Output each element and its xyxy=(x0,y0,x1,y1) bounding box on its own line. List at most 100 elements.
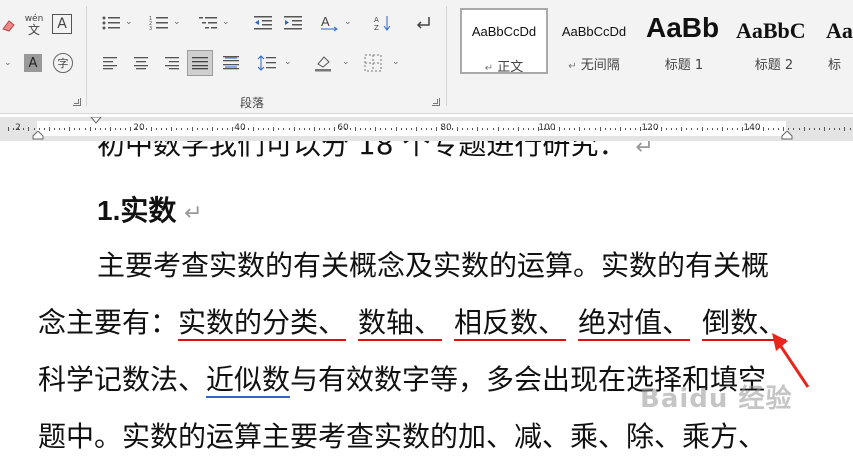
ruler-tick xyxy=(196,128,198,130)
font-dialog-launcher-icon[interactable] xyxy=(73,98,81,106)
phonetic-guide-button[interactable]: wén 文 xyxy=(24,12,44,38)
right-indent-marker[interactable] xyxy=(781,131,793,141)
align-center-icon[interactable] xyxy=(130,52,152,74)
ruler-tick xyxy=(232,127,234,131)
ruler-tick xyxy=(181,128,183,130)
shading-icon[interactable] xyxy=(312,52,334,74)
ruler-label: 100 xyxy=(538,123,556,133)
ruler-tick xyxy=(569,128,570,130)
justify-icon[interactable] xyxy=(187,50,213,76)
ribbon-separator xyxy=(446,6,447,106)
ruler-tick xyxy=(691,128,693,130)
decrease-indent-icon[interactable] xyxy=(252,12,274,34)
ruler-tick xyxy=(584,128,586,130)
ribbon: wén 文 A ⌄ A 字 ⌄ 123 ⌄ ⌄ A ⌄ AZ ⌄ ⌄ ⌄ 段落 … xyxy=(0,0,853,114)
text-line-cutoff-text: 初中数学我们可以分 18 个专题进行研究： xyxy=(97,141,627,161)
style-no-spacing[interactable]: AaBbCcDd ↵ 无间隔 xyxy=(550,8,638,74)
ruler-tick xyxy=(155,128,157,130)
ruler-tick xyxy=(201,128,203,130)
ruler-tick xyxy=(74,128,76,130)
style-normal[interactable]: AaBbCcDd ↵ 正文 xyxy=(460,8,548,75)
grammar-underlined-term: 绝对值、 xyxy=(578,306,691,341)
align-right-icon[interactable] xyxy=(160,52,182,74)
chevron-down-icon[interactable]: ⌄ xyxy=(344,17,352,27)
ruler-tick xyxy=(497,127,499,131)
ruler-label: 2 xyxy=(15,123,21,133)
ruler-tick xyxy=(706,128,708,130)
svg-text:A: A xyxy=(374,16,379,24)
style-normal-name: 正文 xyxy=(497,60,524,75)
ruler-tick xyxy=(793,128,795,130)
numbering-icon[interactable]: 123 xyxy=(148,12,170,34)
ruler-tick xyxy=(701,127,703,131)
line-spacing-icon[interactable] xyxy=(256,52,278,74)
left-indent-marker[interactable] xyxy=(32,131,44,141)
style-heading-2[interactable]: AaBbC 标题 2 xyxy=(730,8,818,74)
ruler-tick xyxy=(115,128,117,130)
clear-format-icon[interactable] xyxy=(0,14,18,36)
ruler-tick xyxy=(487,128,489,130)
multilevel-list-icon[interactable] xyxy=(197,12,219,34)
ruler-tick xyxy=(604,128,606,130)
horizontal-ruler[interactable]: 2 20 40 60 80 100 120 140 xyxy=(0,117,853,141)
ruler-tick xyxy=(84,128,86,130)
ruler-tick xyxy=(410,128,412,130)
style-normal-label: ↵ 正文 xyxy=(462,56,546,75)
style-heading-3[interactable]: Aa 标 xyxy=(820,8,853,74)
char-shading-button[interactable]: A xyxy=(24,54,42,72)
ruler-label: 60 xyxy=(337,123,349,133)
style-heading-1[interactable]: AaBb 标题 1 xyxy=(640,8,728,74)
char-border-button[interactable]: A xyxy=(52,14,72,34)
ruler-tick xyxy=(89,127,91,131)
chevron-down-icon[interactable]: ⌄ xyxy=(173,17,181,27)
paragraph-line-4: 题中。实数的运算主要考查实数的加、减、乘、除、乘方、 xyxy=(38,420,767,453)
paragraph-mark-icon: ↵ xyxy=(484,63,494,74)
ruler-tick xyxy=(829,128,831,130)
ruler-tick xyxy=(150,127,152,131)
svg-text:A: A xyxy=(321,14,330,29)
ruler-tick xyxy=(278,128,280,130)
borders-icon[interactable] xyxy=(362,52,384,74)
ruler-tick xyxy=(589,128,591,130)
ruler-tick xyxy=(773,128,774,130)
show-marks-icon[interactable] xyxy=(412,12,434,34)
ruler-tick xyxy=(176,128,178,130)
ruler-tick xyxy=(385,128,387,130)
ruler-tick xyxy=(59,128,60,130)
first-line-indent-marker[interactable] xyxy=(90,117,102,125)
ruler-label: 140 xyxy=(743,123,761,133)
chinese-layout-icon[interactable]: A xyxy=(318,12,342,34)
ruler-label: 120 xyxy=(641,123,659,133)
chevron-down-icon[interactable]: ⌄ xyxy=(222,17,230,27)
ruler-tick xyxy=(803,127,805,131)
chevron-down-icon[interactable]: ⌄ xyxy=(125,17,133,27)
ruler-tick xyxy=(558,127,560,131)
ruler-tick xyxy=(13,128,15,130)
paragraph-line-2-prefix: 念主要有： xyxy=(38,306,179,339)
ruler-tick xyxy=(329,128,331,130)
chevron-down-icon[interactable]: ⌄ xyxy=(284,57,292,67)
sort-icon[interactable]: AZ xyxy=(372,12,394,34)
align-left-icon[interactable] xyxy=(100,52,122,74)
enclose-char-button[interactable]: 字 xyxy=(53,53,73,73)
increase-indent-icon[interactable] xyxy=(282,12,304,34)
ruler-tick xyxy=(268,128,270,130)
bullets-icon[interactable] xyxy=(100,12,122,34)
chevron-down-icon[interactable]: ⌄ xyxy=(342,57,350,67)
ruler-tick xyxy=(416,127,417,131)
ruler-tick xyxy=(716,128,718,130)
distributed-icon[interactable] xyxy=(220,52,242,74)
ruler-tick xyxy=(110,127,111,131)
ruler-tick xyxy=(395,127,397,131)
ruler-tick xyxy=(28,127,30,131)
ruler-tick xyxy=(839,128,841,130)
ruler-tick xyxy=(370,128,372,130)
ruler-tick xyxy=(528,128,530,130)
chevron-down-icon[interactable]: ⌄ xyxy=(4,58,12,68)
paragraph-dialog-launcher-icon[interactable] xyxy=(432,98,440,106)
ruler-tick xyxy=(120,128,122,130)
ruler-tick xyxy=(451,128,453,130)
chevron-down-icon[interactable]: ⌄ xyxy=(392,57,400,67)
ruler-tick xyxy=(324,128,326,130)
ruler-tick xyxy=(263,128,264,130)
